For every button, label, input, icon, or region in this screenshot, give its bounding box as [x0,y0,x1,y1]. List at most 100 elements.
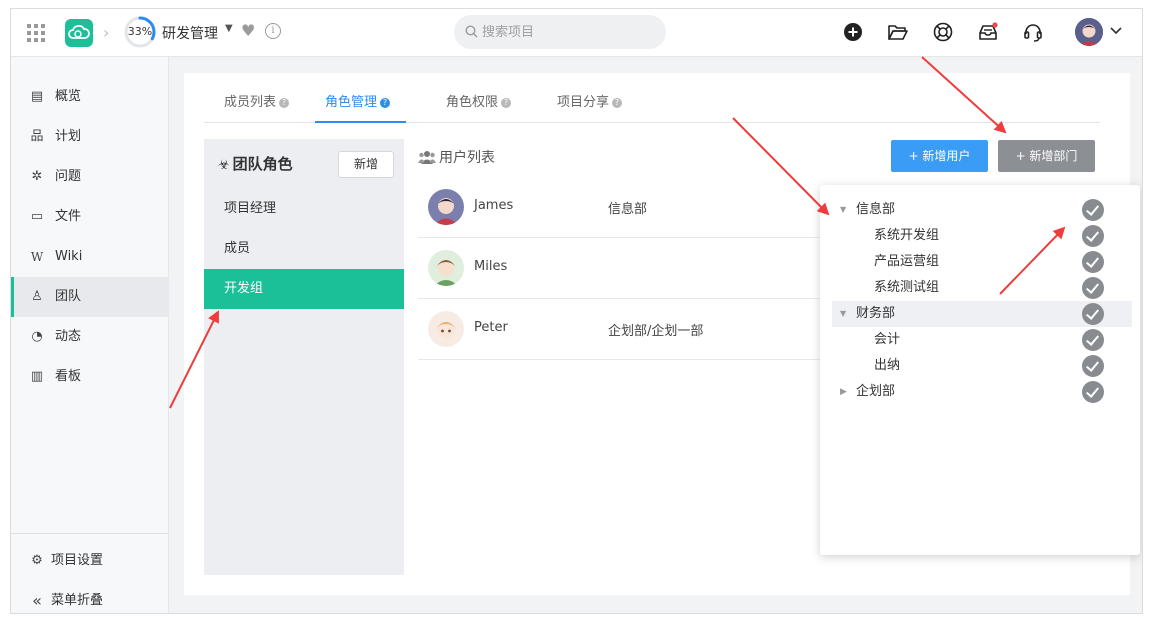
sidebar-item-plan[interactable]: 品 计划 [11,117,169,157]
check-circle-icon[interactable] [1082,355,1104,377]
collapse-menu-label: 菜单折叠 [51,593,104,608]
dept-node-finance[interactable]: ▼ 财务部 [832,301,1132,327]
dept-label: 会计 [874,332,901,347]
dept-node-planning[interactable]: ▶ 企划部 [832,379,1132,405]
tab-role-management[interactable]: 角色管理? [315,87,406,123]
dept-label: 系统测试组 [874,280,940,295]
check-circle-icon[interactable] [1082,251,1104,273]
sidebar-item-label: 动态 [55,329,82,344]
department-tree-dropdown: ▼ 信息部 系统开发组 产品运营组 系统测试组 ▼ 财务部 会计 出纳 ▶ 企划… [820,185,1140,555]
tab-label: 角色管理 [325,95,378,110]
search-input[interactable] [482,23,652,41]
user-menu-chevron-down-icon[interactable] [1109,23,1123,41]
breadcrumb-chevron-icon: › [103,23,110,42]
folder-icon: ▭ [30,209,44,224]
board-icon: ▥ [30,369,44,384]
favorite-heart-icon[interactable]: ♥ [241,21,255,40]
sidebar-item-issues[interactable]: ✲ 问题 [11,157,169,197]
sidebar-item-label: 团队 [55,289,82,304]
project-progress-ring: 33% [123,15,157,49]
lifebuoy-icon[interactable] [932,21,954,43]
progress-text: 33% [127,25,153,38]
cloud-logo-icon[interactable] [65,19,93,47]
team-roles-title: ☣ 团队角色 [218,153,293,174]
sidebar-item-label: 文件 [55,209,82,224]
sidebar-item-wiki[interactable]: W Wiki [11,237,169,277]
dept-label: 信息部 [856,202,896,217]
search-box[interactable] [454,15,666,49]
dept-node-sysdev[interactable]: 系统开发组 [832,223,1132,249]
avatar [428,189,464,225]
dept-label: 产品运营组 [874,254,940,269]
sidebar-divider [11,533,168,534]
add-department-button[interactable]: + 新增部门 [998,140,1095,172]
sidebar-item-board[interactable]: ▥ 看板 [11,357,169,397]
collapse-menu-button[interactable]: « 菜单折叠 [11,581,169,613]
project-dropdown-caret-icon[interactable]: ▼ [225,23,233,34]
tab-role-permissions[interactable]: 角色权限? [436,87,521,123]
apps-grid-icon[interactable] [27,24,45,42]
team-roles-title-text: 团队角色 [232,155,293,173]
team-icon: ♙ [31,289,43,304]
help-icon: ? [612,98,623,108]
tab-bar: 成员列表? 角色管理? 角色权限? 项目分享? [204,87,1100,123]
add-role-button[interactable]: 新增 [338,151,394,178]
user-row[interactable]: James 信息部 [418,177,838,238]
check-circle-icon[interactable] [1082,381,1104,403]
dept-node-info[interactable]: ▼ 信息部 [832,197,1132,223]
collapsed-caret-icon[interactable]: ▶ [840,379,847,405]
team-roles-panel: ☣ 团队角色 新增 项目经理 成员 开发组 [204,139,404,575]
headset-support-icon[interactable] [1022,21,1044,43]
role-item-dev-group[interactable]: 开发组 [204,269,404,309]
inbox-notification-icon[interactable] [977,21,999,43]
dept-node-accounting[interactable]: 会计 [832,327,1132,353]
sidebar-item-activity[interactable]: ◔ 动态 [11,317,169,357]
overview-icon: ▤ [30,89,44,104]
dept-label: 出纳 [874,358,901,373]
user-department: 信息部 [608,202,648,217]
activity-icon: ◔ [31,329,43,344]
check-circle-icon[interactable] [1082,329,1104,351]
tab-project-share[interactable]: 项目分享? [547,87,632,123]
check-circle-icon[interactable] [1082,199,1104,221]
user-avatar[interactable] [1075,18,1103,46]
lock-icon: ☣ [218,158,230,173]
sidebar-item-label: 概览 [55,89,82,104]
plan-icon: 品 [30,129,44,144]
project-name[interactable]: 研发管理 [162,23,218,43]
dept-node-product-ops[interactable]: 产品运营组 [832,249,1132,275]
dept-label: 企划部 [856,384,896,399]
sidebar-item-overview[interactable]: ▤ 概览 [11,77,169,117]
user-department: 企划部/企划一部 [608,324,704,339]
help-icon: ? [380,98,391,108]
expanded-caret-icon[interactable]: ▼ [840,197,846,223]
help-icon: ? [279,98,290,108]
sidebar-item-files[interactable]: ▭ 文件 [11,197,169,237]
dept-node-cashier[interactable]: 出纳 [832,353,1132,379]
user-row[interactable]: Miles [418,238,838,299]
sidebar-item-team[interactable]: ♙ 团队 [11,277,169,317]
top-bar: › 33% 研发管理 ▼ ♥ i [11,9,1142,57]
user-list-title: 用户列表 [418,147,495,168]
avatar [428,250,464,286]
help-icon: ? [501,98,512,108]
sidebar-item-label: Wiki [55,249,83,264]
tab-member-list[interactable]: 成员列表? [214,87,299,123]
project-settings-button[interactable]: ⚙ 项目设置 [11,541,169,581]
folder-open-icon[interactable] [887,21,909,43]
add-user-button[interactable]: + 新增用户 [891,140,988,172]
info-icon[interactable]: i [265,23,281,39]
user-list-title-text: 用户列表 [439,150,495,166]
role-item-project-manager[interactable]: 项目经理 [204,189,404,229]
check-circle-icon[interactable] [1082,303,1104,325]
check-circle-icon[interactable] [1082,277,1104,299]
tab-label: 成员列表 [224,95,277,110]
sidebar-item-label: 问题 [55,169,82,184]
user-row[interactable]: Peter 企划部/企划一部 [418,299,838,360]
expanded-caret-icon[interactable]: ▼ [840,301,846,327]
check-circle-icon[interactable] [1082,225,1104,247]
dept-node-systest[interactable]: 系统测试组 [832,275,1132,301]
role-item-member[interactable]: 成员 [204,229,404,269]
wiki-icon: W [30,250,44,264]
add-circle-icon[interactable] [842,21,864,43]
